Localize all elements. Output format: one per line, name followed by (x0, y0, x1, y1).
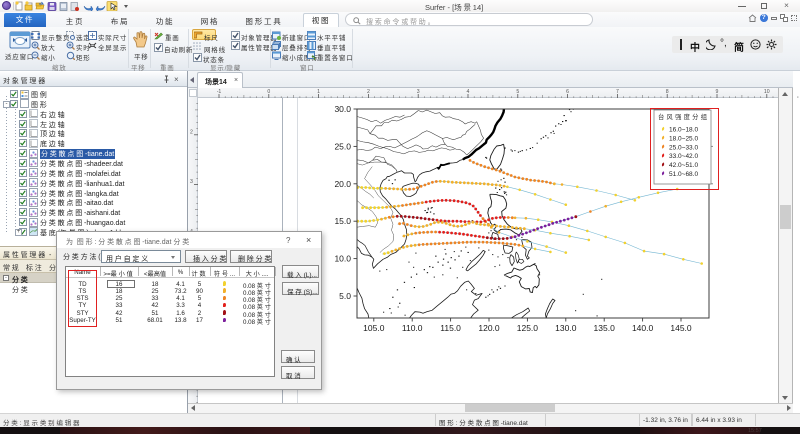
svg-text:120.0: 120.0 (478, 323, 500, 333)
svg-text:130.0: 130.0 (555, 323, 577, 333)
svg-text:140.0: 140.0 (632, 323, 654, 333)
svg-text:145.0: 145.0 (670, 323, 692, 333)
svg-text:105.0: 105.0 (363, 323, 385, 333)
svg-text:135.0: 135.0 (594, 323, 616, 333)
svg-text:10.0: 10.0 (334, 254, 351, 264)
svg-text:5.0: 5.0 (339, 291, 351, 301)
svg-text:20.0: 20.0 (334, 179, 351, 189)
svg-text:25.0: 25.0 (334, 141, 351, 151)
svg-text:30.0: 30.0 (334, 104, 351, 114)
svg-text:15.0: 15.0 (334, 216, 351, 226)
svg-text:125.0: 125.0 (517, 323, 539, 333)
svg-text:110.0: 110.0 (402, 323, 423, 333)
svg-text:115.0: 115.0 (440, 323, 461, 333)
